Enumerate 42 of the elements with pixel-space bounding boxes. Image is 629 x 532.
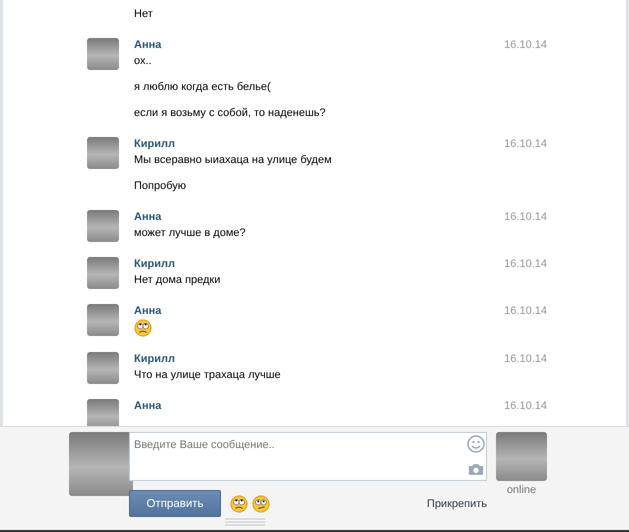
message-date: 16.10.14 [504,304,547,319]
author-name[interactable]: Кирилл [134,257,175,272]
message-date: 16.10.14 [504,38,547,53]
avatar-photo-placeholder[interactable] [87,304,119,336]
rolling-eyes-emoji-icon [134,319,152,337]
message-text: если я возьму с собой, то наденешь? [134,106,327,121]
author-name[interactable]: Анна [134,304,162,319]
avatar-photo-placeholder[interactable] [496,432,547,481]
rolling-eyes-emoji-icon [230,494,248,512]
avatar-photo-placeholder[interactable] [87,210,119,242]
author-name[interactable]: Анна [134,38,162,53]
author-name[interactable]: Анна [134,210,162,225]
message-text: Что на улице трахаца лучше [134,368,282,383]
avatar-photo-placeholder[interactable] [87,399,119,426]
message-date: 16.10.14 [504,399,547,414]
message-text: ох.. [134,54,153,69]
smirking-emoji-icon [252,494,270,512]
resize-grip-icon[interactable] [225,518,265,526]
message-text: я люблю когда есть белье( [134,80,272,95]
avatar-photo-placeholder[interactable] [69,432,133,496]
avatar-photo-placeholder[interactable] [87,257,119,289]
avatar-photo-placeholder[interactable] [87,38,119,70]
message-input[interactable]: Введите Ваше сообщение.. [129,432,487,481]
message-text: Нет дома предки [134,273,222,288]
message-text: может лучше в доме? [134,226,247,241]
message-date: 16.10.14 [504,137,547,152]
message-text: Мы всеравно ыиахаца на улице будем [134,153,333,168]
message-text: Нет [134,7,154,22]
camera-icon[interactable] [468,463,484,476]
send-button[interactable]: Отправить [129,490,221,517]
online-status: online [506,484,536,496]
author-name[interactable]: Кирилл [134,352,175,367]
avatar-photo-placeholder[interactable] [87,137,119,169]
message-date: 16.10.14 [504,352,547,367]
message-date: 16.10.14 [504,210,547,225]
smiley-icon[interactable] [467,435,485,453]
message-date: 16.10.14 [504,257,547,272]
author-name[interactable]: Анна [134,399,162,414]
avatar-photo-placeholder[interactable] [87,352,119,384]
message-text: Попробую [134,179,188,194]
attach-link[interactable]: Прикрепить [426,498,487,510]
author-name[interactable]: Кирилл [134,137,175,152]
